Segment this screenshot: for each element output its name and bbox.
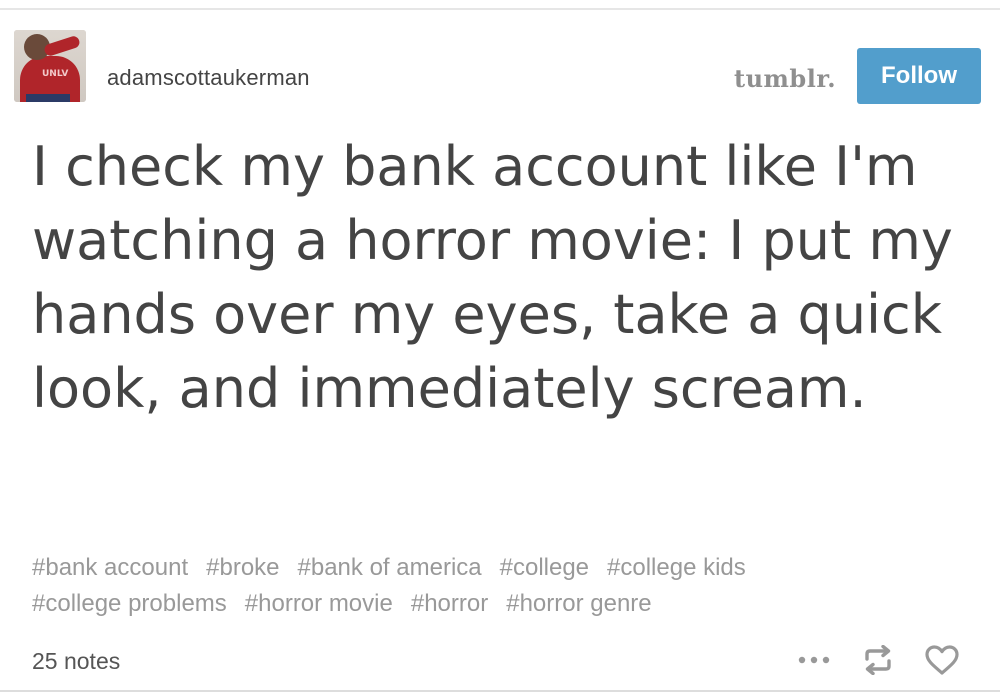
username-link[interactable]: adamscottaukerman — [107, 65, 310, 91]
reblog-button[interactable] — [858, 640, 898, 680]
post-footer: 25 notes — [32, 640, 972, 680]
tag-broke[interactable]: #broke — [206, 550, 279, 586]
like-button[interactable] — [922, 640, 962, 680]
heart-icon — [925, 645, 959, 675]
tag-bank-of-america[interactable]: #bank of america — [298, 550, 482, 586]
more-dots-icon — [798, 656, 830, 664]
notes-count[interactable]: 25 notes — [32, 648, 120, 675]
bottom-divider — [0, 690, 1000, 692]
reblog-icon — [865, 645, 891, 675]
avatar-pants — [26, 94, 70, 102]
tumblr-post: UNLV adamscottaukerman tumblr. Follow I … — [0, 10, 1000, 690]
tag-horror-genre[interactable]: #horror genre — [506, 586, 651, 622]
more-button[interactable] — [794, 640, 834, 680]
tag-bank-account[interactable]: #bank account — [32, 550, 188, 586]
follow-button[interactable]: Follow — [857, 48, 981, 104]
tag-horror[interactable]: #horror — [411, 586, 488, 622]
tag-college-problems[interactable]: #college problems — [32, 586, 227, 622]
avatar-shirt-logo: UNLV — [42, 69, 69, 79]
post-header: UNLV adamscottaukerman tumblr. Follow — [14, 30, 984, 104]
post-actions — [770, 640, 962, 680]
tag-list: #bank account #broke #bank of america #coll… — [32, 550, 932, 622]
post-text: I check my bank account like I'm watchin… — [32, 135, 953, 420]
tag-horror-movie[interactable]: #horror movie — [245, 586, 393, 622]
tumblr-logo[interactable]: tumblr. — [734, 64, 836, 93]
avatar[interactable]: UNLV — [14, 30, 86, 102]
tag-college-kids[interactable]: #college kids — [607, 550, 746, 586]
tag-college[interactable]: #college — [500, 550, 589, 586]
